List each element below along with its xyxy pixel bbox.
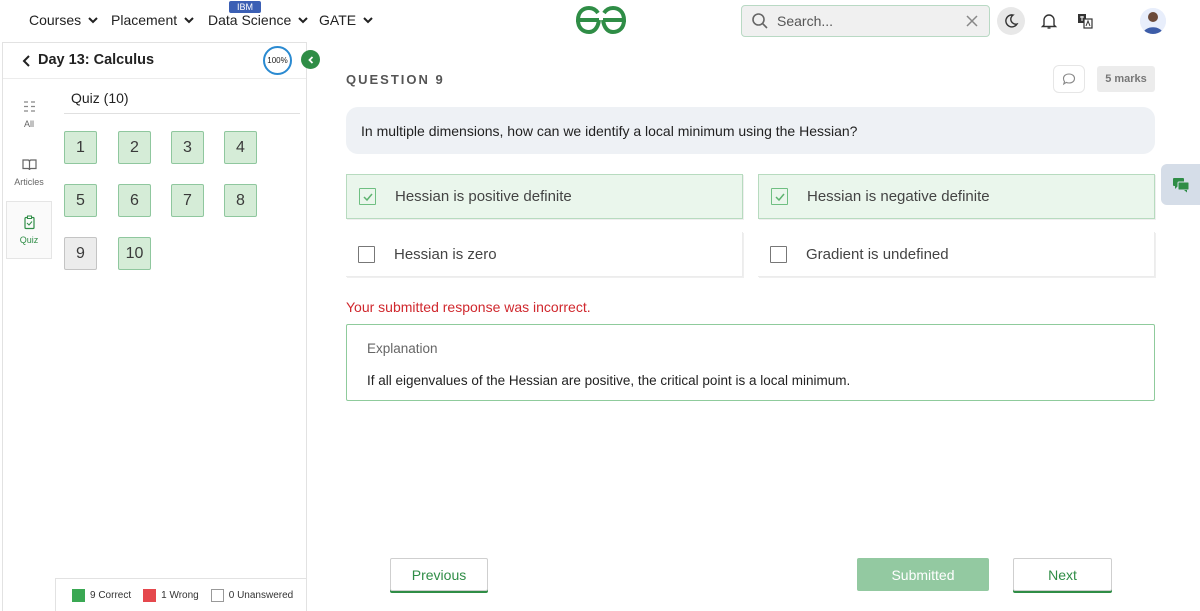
tab-quiz-label: Quiz	[19, 235, 39, 245]
option-label: Hessian is zero	[394, 245, 497, 263]
chevron-left-icon	[307, 55, 313, 64]
nav-placement[interactable]: Placement	[111, 12, 195, 28]
marks-badge: 5 marks	[1097, 66, 1155, 92]
legend-correct-label: 9 Correct	[90, 589, 132, 601]
option-label: Gradient is undefined	[806, 245, 949, 263]
question-button-5[interactable]: 5	[64, 184, 97, 217]
legend-unanswered: 0 Unanswered	[210, 588, 294, 602]
left-panel: Day 13: Calculus 100% All Articles Quiz …	[2, 42, 307, 611]
bell-icon	[1040, 14, 1058, 29]
divider	[64, 113, 300, 114]
wrong-swatch	[143, 588, 157, 602]
question-button-4[interactable]: 4	[224, 131, 257, 164]
nav-data-science-label: Data Science	[208, 12, 292, 28]
option-3[interactable]: Hessian is zero	[346, 232, 743, 277]
nav-gate[interactable]: GATE	[319, 12, 374, 28]
panel-title: Day 13: Calculus	[38, 52, 155, 68]
nav-data-science[interactable]: Data Science	[208, 12, 309, 28]
question-button-3[interactable]: 3	[171, 131, 204, 164]
legend-wrong-label: 1 Wrong	[161, 589, 199, 601]
question-button-6[interactable]: 6	[118, 184, 151, 217]
top-navbar: Courses Placement IBM Data Science GATE …	[0, 0, 1200, 42]
panel-header: Day 13: Calculus 100%	[3, 43, 306, 79]
notifications-button[interactable]	[1035, 7, 1063, 35]
nav-gate-label: GATE	[319, 12, 357, 28]
nav-courses[interactable]: Courses	[29, 12, 99, 28]
previous-button[interactable]: Previous	[390, 558, 488, 591]
theme-toggle-button[interactable]	[997, 7, 1025, 35]
quiz-count-label: Quiz (10)	[71, 90, 129, 106]
option-2[interactable]: Hessian is negative definite	[758, 174, 1155, 219]
option-1[interactable]: Hessian is positive definite	[346, 174, 743, 219]
search-bar[interactable]: Search...	[741, 5, 990, 37]
tab-articles[interactable]: Articles	[6, 143, 52, 201]
answer-legend: 9 Correct 1 Wrong 0 Unanswered	[55, 578, 307, 611]
option-label: Hessian is positive definite	[395, 188, 572, 205]
option-checkbox[interactable]	[359, 188, 376, 205]
explanation-box: Explanation If all eigenvalues of the He…	[346, 324, 1155, 401]
avatar[interactable]	[1140, 8, 1166, 34]
check-icon	[774, 193, 785, 201]
unanswered-swatch	[210, 588, 224, 602]
tab-articles-label: Articles	[14, 177, 44, 187]
option-4[interactable]: Gradient is undefined	[758, 232, 1155, 277]
search-input[interactable]: Search...	[777, 13, 965, 29]
tab-all-label: All	[23, 119, 34, 129]
close-icon[interactable]	[965, 14, 979, 28]
chevron-down-icon	[184, 17, 194, 24]
gfg-logo-icon[interactable]	[574, 4, 628, 36]
chevron-down-icon	[298, 17, 308, 24]
option-label: Hessian is negative definite	[807, 188, 990, 205]
nav-placement-label: Placement	[111, 12, 178, 28]
language-button[interactable]	[1071, 7, 1099, 35]
tab-quiz[interactable]: Quiz	[6, 201, 52, 259]
submitted-button[interactable]: Submitted	[857, 558, 989, 591]
chat-icon	[1172, 177, 1189, 192]
option-checkbox[interactable]	[770, 245, 787, 263]
moon-icon	[1005, 14, 1019, 28]
question-button-10[interactable]: 10	[118, 237, 151, 270]
comment-button[interactable]	[1053, 65, 1085, 93]
nav-courses-label: Courses	[29, 12, 82, 28]
chat-widget-button[interactable]	[1161, 164, 1200, 205]
next-button[interactable]: Next	[1013, 558, 1112, 591]
progress-ring: 100%	[263, 46, 292, 75]
comment-icon	[1062, 73, 1076, 86]
side-tabs: All Articles Quiz	[6, 85, 52, 259]
legend-unanswered-label: 0 Unanswered	[228, 589, 294, 601]
question-text-box: In multiple dimensions, how can we ident…	[346, 107, 1155, 154]
chevron-left-icon[interactable]	[21, 54, 33, 68]
clipboard-icon	[23, 215, 35, 230]
correct-swatch	[72, 588, 85, 602]
chevron-down-icon	[88, 17, 98, 24]
option-checkbox[interactable]	[771, 188, 788, 205]
translate-icon	[1078, 14, 1093, 29]
explanation-text: If all eigenvalues of the Hessian are po…	[367, 373, 851, 388]
question-button-1[interactable]: 1	[64, 131, 97, 164]
explanation-title: Explanation	[367, 341, 438, 356]
check-icon	[362, 193, 373, 201]
user-avatar-icon	[1140, 8, 1166, 34]
collapse-sidebar-button[interactable]	[301, 50, 320, 69]
question-button-2[interactable]: 2	[118, 131, 151, 164]
book-icon	[21, 159, 37, 171]
question-heading: QUESTION 9	[346, 72, 445, 87]
legend-correct: 9 Correct	[72, 588, 132, 602]
progress-value: 100%	[267, 56, 288, 65]
chevron-down-icon	[363, 17, 373, 24]
result-message: Your submitted response was incorrect.	[346, 299, 591, 315]
list-icon	[23, 101, 35, 112]
question-text: In multiple dimensions, how can we ident…	[361, 122, 858, 139]
question-button-7[interactable]: 7	[171, 184, 204, 217]
tab-all[interactable]: All	[6, 85, 52, 143]
option-checkbox[interactable]	[358, 245, 375, 263]
search-icon	[752, 13, 768, 29]
legend-wrong: 1 Wrong	[143, 588, 199, 602]
question-button-8[interactable]: 8	[224, 184, 257, 217]
question-button-9[interactable]: 9	[64, 237, 97, 270]
